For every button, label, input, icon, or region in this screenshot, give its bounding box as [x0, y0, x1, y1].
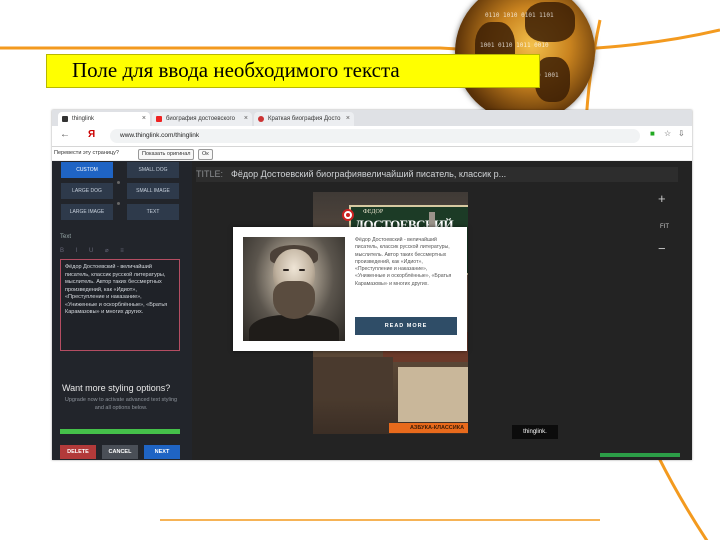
popup-description: Фёдор Достоевский - величайший писатель,…	[355, 237, 453, 287]
building-facade	[398, 367, 468, 422]
book-author-first-name: ФЕДОР	[363, 209, 384, 215]
translate-select[interactable]: Показать оригинал	[138, 149, 195, 160]
description-textarea[interactable]: Фёдор Достоевский - величайший писатель,…	[60, 259, 180, 351]
thinglink-badge[interactable]: thinglink.	[512, 425, 558, 439]
chip-marker	[117, 202, 120, 205]
building	[313, 357, 393, 397]
browser-screenshot: thinglink × биография достоевского × Кратк…	[52, 110, 692, 460]
format-toolbar[interactable]: B I U ⌀ ≡	[60, 247, 129, 254]
style-chip-large-dog[interactable]: LARGE DOG	[61, 183, 113, 199]
hotspot-icon[interactable]	[342, 209, 354, 221]
upgrade-button[interactable]	[60, 429, 180, 434]
tab-short-biography[interactable]: Краткая биография Досто ×	[254, 112, 354, 126]
book-publisher-ribbon: АЗБУКА-КЛАССИКА	[389, 423, 468, 433]
back-icon[interactable]: ←	[60, 129, 70, 140]
translate-bar: Перевести эту страницу? Показать оригина…	[52, 147, 692, 160]
translate-ok-button[interactable]: Ок	[198, 149, 213, 160]
style-chip-small-dog[interactable]: SMALL DOG	[127, 162, 179, 178]
style-chip-large-image[interactable]: LARGE IMAGE	[61, 204, 113, 220]
slide-title: Поле для ввода необходимого текста	[72, 58, 400, 82]
style-chip-text[interactable]: TEXT	[127, 204, 179, 220]
save-strip[interactable]	[600, 453, 680, 457]
title-input[interactable]: TITLE: Фёдор Достоевский биографиявеличай…	[196, 167, 678, 182]
editor-sidebar: CUSTOM SMALL DOG LARGE DOG SMALL IMAGE L…	[52, 161, 192, 460]
tab-biography-search[interactable]: биография достоевского ×	[152, 112, 252, 126]
tab-thinglink[interactable]: thinglink ×	[58, 112, 150, 126]
zoom-in-button[interactable]: +	[658, 191, 666, 206]
styling-options-heading: Want more styling options?	[62, 383, 171, 393]
dostoevsky-portrait	[243, 237, 345, 341]
fit-button[interactable]: FIT	[660, 224, 669, 230]
address-bar[interactable]: www.thinglink.com/thinglink	[110, 129, 640, 143]
delete-button[interactable]: DELETE	[60, 445, 96, 459]
thinglink-editor: CUSTOM SMALL DOG LARGE DOG SMALL IMAGE L…	[52, 161, 692, 460]
zoom-out-button[interactable]: −	[658, 241, 666, 256]
tab-strip: thinglink × биография достоевского × Кратк…	[52, 110, 692, 126]
hotspot-popup: Фёдор Достоевский - величайший писатель,…	[233, 227, 467, 351]
browser-toolbar: ← Я www.thinglink.com/thinglink ■ ☆ ⇩	[52, 126, 692, 147]
chip-marker	[117, 181, 120, 184]
cancel-button[interactable]: CANCEL	[102, 445, 138, 459]
extension-icon[interactable]: ■	[650, 129, 655, 138]
download-icon[interactable]: ⇩	[678, 129, 685, 138]
read-more-button[interactable]: READ MORE	[355, 317, 457, 335]
next-button[interactable]: NEXT	[144, 445, 180, 459]
image-canvas: TITLE: Фёдор Достоевский биографиявеличай…	[192, 161, 692, 460]
yandex-icon[interactable]: Я	[88, 129, 95, 140]
text-label: Text	[60, 234, 72, 240]
style-chip-small-image[interactable]: SMALL IMAGE	[127, 183, 179, 199]
star-icon[interactable]: ☆	[664, 129, 671, 138]
title-label: TITLE:	[196, 169, 224, 179]
title-value: Фёдор Достоевский биографиявеличайший пи…	[231, 169, 507, 179]
styling-options-text: Upgrade now to activate advanced text st…	[64, 397, 178, 411]
style-chip-custom[interactable]: CUSTOM	[61, 162, 113, 178]
